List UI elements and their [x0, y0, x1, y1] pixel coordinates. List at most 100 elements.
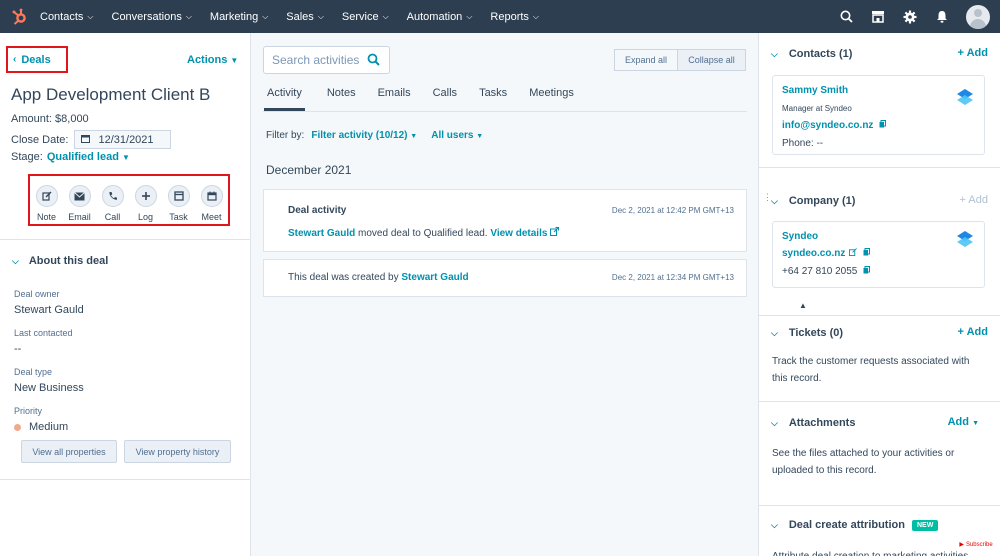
tab-calls[interactable]: Calls: [433, 82, 457, 111]
nav-automation[interactable]: Automation ⌵: [407, 11, 473, 23]
tickets-toggle[interactable]: ⌵ Tickets (0): [771, 327, 843, 339]
email-action[interactable]: Email: [65, 185, 95, 224]
tab-emails[interactable]: Emails: [378, 82, 411, 111]
company-section: ⋮ ⌵ Company (1) + Add Syndeo syndeo.co.nz…: [759, 168, 1000, 316]
avatar[interactable]: [966, 4, 990, 29]
chevron-down-icon: ⌵: [262, 11, 269, 21]
card-body: Stewart Gauld moved deal to Qualified le…: [288, 227, 560, 239]
external-link-icon[interactable]: [849, 248, 858, 259]
company-toggle[interactable]: ⌵ Company (1): [771, 195, 855, 207]
owner-link[interactable]: Stewart Gauld: [288, 228, 355, 239]
copy-icon[interactable]: [879, 120, 887, 131]
activity-panel: Search activities Expand all Collapse al…: [252, 33, 758, 556]
nav-conversations[interactable]: Conversations ⌵: [112, 11, 192, 23]
attribution-toggle[interactable]: ⌵ Deal create attribution NEW: [771, 519, 939, 531]
nav-marketing[interactable]: Marketing ⌵: [210, 11, 268, 23]
owner-link[interactable]: Stewart Gauld: [401, 272, 468, 283]
company-name[interactable]: Syndeo: [782, 231, 818, 242]
meeting-icon: [200, 185, 223, 207]
contacts-toggle[interactable]: ⌵ Contacts (1): [771, 48, 852, 60]
task-action[interactable]: Task: [164, 185, 194, 224]
company-domain[interactable]: syndeo.co.nz: [782, 248, 871, 259]
attachments-description: See the files attached to your activitie…: [772, 448, 955, 476]
search-activities-input[interactable]: Search activities: [263, 46, 390, 74]
stage-dropdown[interactable]: Qualified lead ▼: [47, 151, 130, 163]
about-deal-toggle[interactable]: ⌵ About this deal: [12, 255, 108, 267]
contact-card[interactable]: Sammy Smith Manager at Syndeo info@synde…: [772, 75, 985, 155]
bell-icon[interactable]: [926, 0, 958, 33]
marketplace-icon[interactable]: [862, 0, 894, 33]
copy-icon[interactable]: [863, 266, 871, 277]
add-contact-button[interactable]: + Add: [958, 47, 988, 59]
last-contacted-property[interactable]: Last contacted --: [14, 328, 73, 355]
chevron-down-icon: ⌵: [185, 11, 192, 21]
subscribe-badge[interactable]: ▶ Subscribe: [956, 538, 996, 551]
deal-activity-card[interactable]: Deal activity Dec 2, 2021 at 12:42 PM GM…: [263, 189, 747, 252]
deal-created-card[interactable]: This deal was created by Stewart Gauld D…: [263, 259, 747, 297]
chevron-down-icon: ⌵: [771, 417, 778, 428]
meet-action[interactable]: Meet: [197, 185, 227, 224]
company-card[interactable]: Syndeo syndeo.co.nz +64 27 810 2055: [772, 221, 985, 288]
note-action[interactable]: Note: [32, 185, 62, 224]
chevron-down-icon: ⌵: [317, 11, 324, 21]
chevron-down-icon: ⌵: [87, 11, 94, 21]
call-action[interactable]: Call: [98, 185, 128, 224]
add-attachment-dropdown[interactable]: Add ▼: [948, 416, 979, 428]
view-all-properties-button[interactable]: View all properties: [21, 440, 117, 463]
copy-icon[interactable]: [863, 248, 871, 259]
plus-icon: [134, 185, 157, 207]
add-company-button[interactable]: + Add: [960, 194, 988, 206]
collapse-all-button[interactable]: Collapse all: [678, 49, 746, 71]
hubspot-logo-icon[interactable]: [0, 0, 40, 33]
caret-down-icon: ▼: [476, 133, 484, 140]
filter-activity-dropdown[interactable]: Filter activity (10/12) ▼: [311, 130, 417, 141]
add-ticket-button[interactable]: + Add: [958, 326, 988, 338]
syndeo-logo-icon: [954, 228, 976, 250]
attachments-section: ⌵ Attachments Add ▼ See the files attache…: [759, 402, 1000, 506]
deal-amount: Amount: $8,000: [11, 113, 89, 125]
view-details-link[interactable]: View details: [490, 227, 560, 239]
expand-all-button[interactable]: Expand all: [614, 49, 678, 71]
view-property-history-button[interactable]: View property history: [124, 440, 231, 463]
associations-sidebar: ⌵ Contacts (1) + Add Sammy Smith Manager …: [758, 33, 1000, 556]
deal-sidebar: ‹ Deals Actions ▼ App Development Client …: [0, 33, 251, 556]
caret-down-icon: ▼: [122, 153, 130, 162]
filter-row: Filter by: Filter activity (10/12) ▼ All…: [266, 130, 484, 141]
contact-name[interactable]: Sammy Smith: [782, 85, 848, 96]
search-icon[interactable]: [830, 0, 862, 33]
nav-reports[interactable]: Reports ⌵: [490, 11, 539, 23]
external-link-icon: [550, 227, 560, 239]
contact-email[interactable]: info@syndeo.co.nz: [782, 120, 887, 131]
syndeo-logo-icon: [954, 86, 976, 108]
priority-property[interactable]: Priority Medium: [14, 406, 68, 433]
divider: [0, 239, 251, 240]
tab-meetings[interactable]: Meetings: [529, 82, 574, 111]
actions-dropdown[interactable]: Actions ▼: [187, 54, 238, 66]
nav-service[interactable]: Service ⌵: [342, 11, 389, 23]
tickets-description: Track the customer requests associated w…: [772, 356, 970, 384]
attachments-toggle[interactable]: ⌵ Attachments: [771, 417, 855, 429]
tab-activity[interactable]: Activity: [264, 82, 305, 111]
nav-contacts[interactable]: Contacts ⌵: [40, 11, 94, 23]
deal-type-property[interactable]: Deal type New Business: [14, 367, 84, 394]
caret-down-icon: ▼: [230, 56, 239, 65]
new-badge: NEW: [911, 519, 939, 531]
nav-sales[interactable]: Sales ⌵: [286, 11, 324, 23]
task-icon: [167, 185, 190, 207]
log-action[interactable]: Log: [131, 185, 161, 224]
property-buttons: View all properties View property histor…: [21, 440, 231, 463]
tickets-section: ⌵ Tickets (0) + Add Track the customer re…: [759, 316, 1000, 402]
tab-notes[interactable]: Notes: [327, 82, 356, 111]
all-users-dropdown[interactable]: All users ▼: [431, 130, 483, 141]
tab-tasks[interactable]: Tasks: [479, 82, 507, 111]
month-heading: December 2021: [266, 163, 352, 177]
contacts-section: ⌵ Contacts (1) + Add Sammy Smith Manager …: [759, 33, 1000, 168]
gear-icon[interactable]: [894, 0, 926, 33]
deal-owner-property[interactable]: Deal owner Stewart Gauld: [14, 289, 84, 316]
chevron-down-icon: ⌵: [771, 195, 778, 206]
calendar-icon: [81, 134, 91, 146]
close-date-input[interactable]: 12/31/2021: [74, 130, 172, 149]
chevron-left-icon: ‹: [13, 54, 17, 65]
back-to-deals-link[interactable]: ‹ Deals: [6, 46, 68, 73]
search-icon[interactable]: [367, 53, 380, 69]
